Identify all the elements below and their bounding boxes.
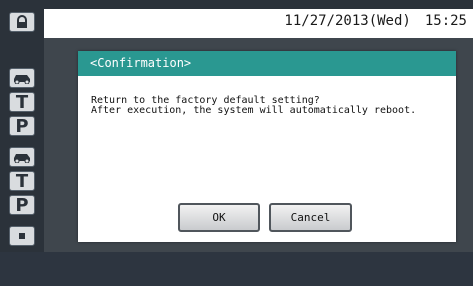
dialog-message-line2: After execution, the system will automat… (91, 105, 417, 116)
lock-icon[interactable] (9, 12, 35, 32)
bottom-bar (0, 252, 473, 286)
dialog-message: Return to the factory default setting? A… (91, 96, 446, 116)
status-date: 11/27/2013(Wed) (284, 13, 411, 29)
sidebar-p-label: P (15, 115, 29, 137)
dot-icon[interactable] (9, 226, 35, 246)
datetime: 11/27/2013(Wed) 15:25 (284, 13, 467, 29)
dialog-title: <Confirmation> (90, 56, 192, 70)
ok-button-label: OK (212, 211, 226, 224)
car-icon[interactable] (9, 68, 35, 88)
car-glyph (14, 75, 30, 84)
sidebar-p-label: P (15, 194, 29, 216)
sidebar-t-label: T (15, 91, 29, 113)
cancel-button[interactable]: Cancel (269, 203, 352, 232)
dot-glyph (19, 233, 25, 239)
dialog-header: <Confirmation> (78, 51, 456, 76)
sidebar-t-label: T (15, 170, 29, 192)
ok-button[interactable]: OK (178, 203, 260, 232)
sidebar-t-button[interactable]: T (9, 91, 35, 113)
sidebar-p-button-2[interactable]: P (9, 194, 35, 216)
car-glyph (14, 154, 30, 163)
cancel-button-label: Cancel (290, 211, 331, 224)
car-icon[interactable] (9, 147, 35, 167)
left-sidebar: T P T P (0, 0, 44, 286)
status-time: 15:25 (424, 13, 467, 29)
lock-glyph (17, 15, 27, 28)
status-bar: 11/27/2013(Wed) 15:25 (44, 9, 473, 38)
sidebar-p-button[interactable]: P (9, 115, 35, 137)
sidebar-t-button-2[interactable]: T (9, 170, 35, 192)
confirmation-dialog: <Confirmation> Return to the factory def… (78, 51, 456, 242)
